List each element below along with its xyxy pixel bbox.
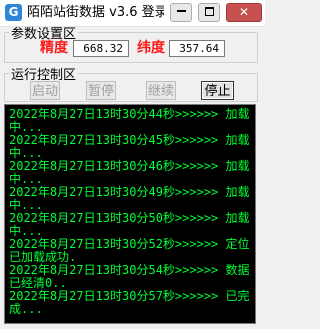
log-row: 2022年8月27日13时30分44秒>>>>>> 加载中... xyxy=(9,107,250,134)
pause-button[interactable]: 暂停 xyxy=(86,81,116,100)
stop-button[interactable]: 停止 xyxy=(201,81,234,100)
longitude-input[interactable]: 357.64 xyxy=(169,40,225,57)
log-row: 2022年8月27日13时30分52秒>>>>>> 定位已加载成功. xyxy=(9,237,250,264)
log-output[interactable]: 2022年8月27日13时30分44秒>>>>>> 加载中... 2022年8月… xyxy=(4,104,256,324)
log-row: 2022年8月27日13时30分54秒>>>>>> 数据已经清0.. xyxy=(9,263,250,290)
log-row: 2022年8月27日13时30分50秒>>>>>> 加载中... xyxy=(9,211,250,238)
latitude-label: 精度 xyxy=(40,40,68,56)
window-title: 陌陌站街数据 v3.6 登录 xyxy=(27,5,164,20)
log-row: 2022年8月27日13时30分45秒>>>>>> 加载中... xyxy=(9,133,250,160)
maximize-button[interactable] xyxy=(198,3,220,22)
app-logo-icon: G xyxy=(5,4,22,21)
log-row: 2022年8月27日13时30分49秒>>>>>> 加载中... xyxy=(9,185,250,212)
start-button[interactable]: 启动 xyxy=(30,81,60,100)
log-row: 2022年8月27日13时30分57秒>>>>>> 已完成... xyxy=(9,289,250,316)
minimize-button[interactable] xyxy=(170,3,192,22)
close-button[interactable]: ✕ xyxy=(226,3,262,22)
minimize-icon xyxy=(176,10,186,12)
longitude-label: 纬度 xyxy=(137,40,165,56)
log-row: 2022年8月27日13时30分46秒>>>>>> 加载中... xyxy=(9,159,250,186)
maximize-icon xyxy=(204,7,214,16)
close-icon: ✕ xyxy=(238,5,250,19)
latitude-input[interactable]: 668.32 xyxy=(73,40,129,57)
resume-button[interactable]: 继续 xyxy=(146,81,176,100)
